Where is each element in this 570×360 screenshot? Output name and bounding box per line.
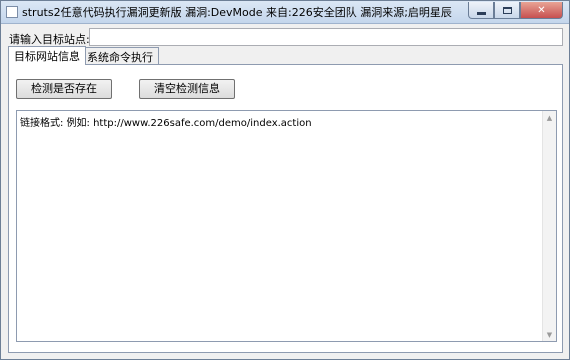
vertical-scrollbar[interactable]: ▲ ▼ xyxy=(542,111,556,341)
minimize-icon xyxy=(476,11,486,15)
tab-command-exec-label: 系统命令执行 xyxy=(87,51,153,64)
scroll-down-icon[interactable]: ▼ xyxy=(543,328,556,341)
maximize-icon xyxy=(502,6,512,14)
app-icon xyxy=(6,6,18,18)
maximize-button[interactable] xyxy=(494,2,520,19)
target-url-input[interactable] xyxy=(89,28,563,46)
tab-command-exec[interactable]: 系统命令执行 xyxy=(81,47,159,64)
tab-page-site-info: 检测是否存在 清空检测信息 链接格式: 例如: http://www.226sa… xyxy=(8,64,563,353)
clear-results-button[interactable]: 清空检测信息 xyxy=(139,79,235,99)
target-url-label: 请输入目标站点: xyxy=(9,33,90,46)
close-button[interactable]: ✕ xyxy=(520,2,563,19)
minimize-button[interactable] xyxy=(468,2,494,19)
output-text: 链接格式: 例如: http://www.226safe.com/demo/in… xyxy=(20,118,312,129)
check-exists-button[interactable]: 检测是否存在 xyxy=(16,79,112,99)
scroll-up-icon[interactable]: ▲ xyxy=(543,111,556,124)
output-textarea[interactable]: 链接格式: 例如: http://www.226safe.com/demo/in… xyxy=(16,110,557,342)
app-window: struts2任意代码执行漏洞更新版 漏洞:DevMode 来自:226安全团队… xyxy=(0,0,570,360)
tab-site-info-label: 目标网站信息 xyxy=(14,50,80,63)
title-bar[interactable]: struts2任意代码执行漏洞更新版 漏洞:DevMode 来自:226安全团队… xyxy=(1,1,569,24)
window-title: struts2任意代码执行漏洞更新版 漏洞:DevMode 来自:226安全团队… xyxy=(22,6,452,19)
tab-site-info[interactable]: 目标网站信息 xyxy=(8,46,86,65)
close-icon: ✕ xyxy=(537,4,546,16)
caption-buttons: ✕ xyxy=(468,1,563,20)
